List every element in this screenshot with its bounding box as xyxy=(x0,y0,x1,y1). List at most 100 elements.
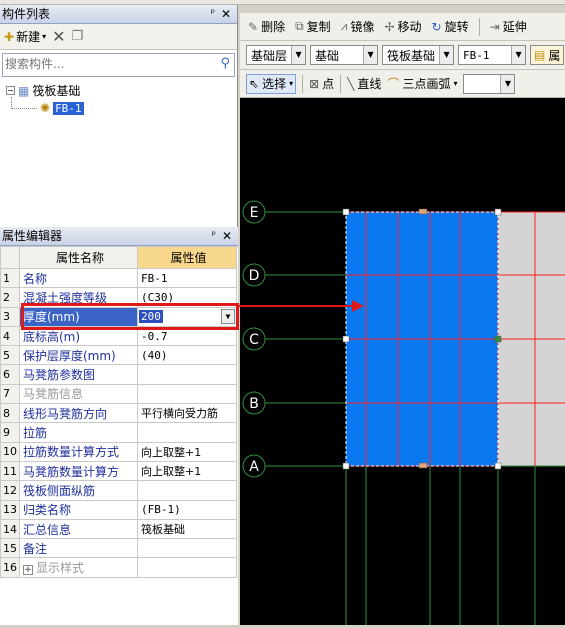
point-label: 点 xyxy=(322,77,335,91)
row-number: 5 xyxy=(0,345,20,366)
grip-handle[interactable] xyxy=(494,462,502,470)
pin-icon[interactable]: ᵖ xyxy=(212,227,216,245)
new-button[interactable]: ✚ 新建 ▾ xyxy=(4,28,46,45)
grip-handle[interactable] xyxy=(418,208,428,215)
close-icon[interactable]: ✕ xyxy=(222,227,232,245)
component-list-title: 构件列表 xyxy=(2,7,51,21)
mirror-button[interactable]: ⩘ 镜像 xyxy=(341,18,375,35)
property-row[interactable]: 1 名称 FB-1 xyxy=(0,267,237,289)
drawing-canvas[interactable]: E D C B A xyxy=(240,98,565,625)
property-value[interactable]: 筏板基础 xyxy=(137,518,237,540)
gear-icon: ✺ xyxy=(40,101,51,115)
search-box: ⚲ xyxy=(2,53,235,77)
property-value[interactable] xyxy=(137,364,237,385)
delete-button[interactable]: ✎ 删除 xyxy=(248,18,285,35)
property-value[interactable]: FB-1 xyxy=(137,267,237,289)
property-value[interactable] xyxy=(137,557,237,578)
property-row[interactable]: 15 备注 xyxy=(0,538,237,559)
category-select[interactable]: 基础 ▼ xyxy=(310,45,379,65)
property-editor-header: 属性编辑器 ᵖ ✕ xyxy=(0,227,238,246)
property-row[interactable]: 14 汇总信息 筏板基础 xyxy=(0,518,237,540)
row-number: 11 xyxy=(0,460,20,482)
row-number: 15 xyxy=(0,538,20,559)
property-value[interactable] xyxy=(137,383,237,405)
type-select[interactable]: 筏板基础 ▼ xyxy=(382,45,455,65)
property-value[interactable]: 向上取整+1 xyxy=(137,441,237,462)
close-icon[interactable]: ✕ xyxy=(221,5,231,23)
property-value[interactable] xyxy=(137,538,237,559)
property-value[interactable]: (40) xyxy=(137,345,237,366)
toolbar-separator xyxy=(478,17,480,36)
arc-button[interactable]: ⌒ 三点画弧 ▾ xyxy=(387,75,457,92)
property-value[interactable]: 平行横向受力筋 xyxy=(137,403,237,424)
delete-icon[interactable]: ✕ xyxy=(52,27,65,46)
grip-handle[interactable] xyxy=(494,335,502,343)
chevron-down-icon: ▼ xyxy=(291,46,306,64)
property-name: 归类名称 xyxy=(19,499,138,520)
property-row[interactable]: 6 马凳筋参数图 xyxy=(0,364,237,385)
new-label: 新建 xyxy=(16,30,41,44)
property-value[interactable]: (FB-1) xyxy=(137,499,237,520)
header-value: 属性值 xyxy=(137,246,237,269)
mirror-label: 镜像 xyxy=(350,20,375,34)
property-row[interactable]: 9 拉筋 xyxy=(0,422,237,443)
draw-mode-select[interactable]: ▼ xyxy=(463,73,516,94)
grip-handle[interactable] xyxy=(494,208,502,216)
highlight-box xyxy=(21,303,239,330)
row-number: 16 xyxy=(0,557,20,578)
properties-button[interactable]: ▤ 属 xyxy=(530,45,565,65)
component-tree: − ▦ 筏板基础 ✺ FB-1 xyxy=(0,77,237,177)
axis-label-d: D xyxy=(249,268,260,284)
row-number: 10 xyxy=(0,441,20,462)
type-select-value: 筏板基础 xyxy=(387,48,436,63)
property-row[interactable]: 10 拉筋数量计算方式 向上取整+1 xyxy=(0,441,237,462)
property-name: 马凳筋数量计算方 xyxy=(19,460,138,482)
axis-label-c: C xyxy=(249,332,259,348)
eraser-icon: ✎ xyxy=(248,19,259,34)
rotate-button[interactable]: ↻ 旋转 xyxy=(432,18,469,35)
copy-button[interactable]: ⧉ 复制 xyxy=(295,18,331,35)
property-row[interactable]: 16 + 显示样式 xyxy=(0,557,237,578)
rotate-icon: ↻ xyxy=(431,19,442,34)
property-name: 马凳筋参数图 xyxy=(19,364,138,385)
property-row[interactable]: 11 马凳筋数量计算方 向上取整+1 xyxy=(0,460,237,482)
property-value[interactable] xyxy=(137,422,237,443)
row-number: 13 xyxy=(0,499,20,520)
grip-handle[interactable] xyxy=(342,462,350,470)
property-row[interactable]: 5 保护层厚度(mm) (40) xyxy=(0,345,237,366)
component-select[interactable]: FB-1 ▼ xyxy=(458,45,527,65)
move-label: 移动 xyxy=(397,20,422,34)
grip-handle[interactable] xyxy=(342,335,350,343)
collapse-icon[interactable]: − xyxy=(6,86,15,95)
chevron-down-icon: ▾ xyxy=(42,32,47,41)
select-button[interactable]: ⇖ 选择 ▾ xyxy=(246,73,297,94)
row-number: 6 xyxy=(0,364,20,385)
pin-icon[interactable]: ᵖ xyxy=(211,5,215,23)
tree-node-fb1[interactable]: ✺ FB-1 xyxy=(40,101,84,115)
expand-icon[interactable]: + xyxy=(23,565,33,576)
property-value[interactable]: 向上取整+1 xyxy=(137,460,237,482)
line-button[interactable]: ╲ 直线 xyxy=(347,75,381,92)
property-row[interactable]: 7 马凳筋信息 xyxy=(0,383,237,405)
toolbar-separator xyxy=(302,74,304,93)
property-name: 保护层厚度(mm) xyxy=(19,345,138,366)
property-value[interactable] xyxy=(137,480,237,501)
extend-button[interactable]: ⇥ 延伸 xyxy=(490,18,527,35)
tree-node-root[interactable]: − ▦ 筏板基础 xyxy=(6,82,80,99)
arrow-head xyxy=(352,300,364,312)
row-number: 2 xyxy=(0,287,20,308)
property-row[interactable]: 8 线形马凳筋方向 平行横向受力筋 xyxy=(0,403,237,424)
move-button[interactable]: ✢ 移动 xyxy=(384,18,421,35)
property-row[interactable]: 12 筏板侧面纵筋 xyxy=(0,480,237,501)
search-icon[interactable]: ⚲ xyxy=(220,56,230,71)
property-row[interactable]: 13 归类名称 (FB-1) xyxy=(0,499,237,520)
grip-handle[interactable] xyxy=(418,462,428,469)
floor-select[interactable]: 基础层 ▼ xyxy=(246,45,307,65)
canvas-svg[interactable]: E D C B A xyxy=(240,98,565,625)
search-input[interactable] xyxy=(3,54,203,74)
row-number: 7 xyxy=(0,383,20,405)
point-button[interactable]: ⊠ 点 xyxy=(309,75,334,92)
grip-handle[interactable] xyxy=(342,208,350,216)
copy-icon[interactable]: ❐ xyxy=(72,29,84,44)
arc-icon: ⌒ xyxy=(387,77,400,91)
